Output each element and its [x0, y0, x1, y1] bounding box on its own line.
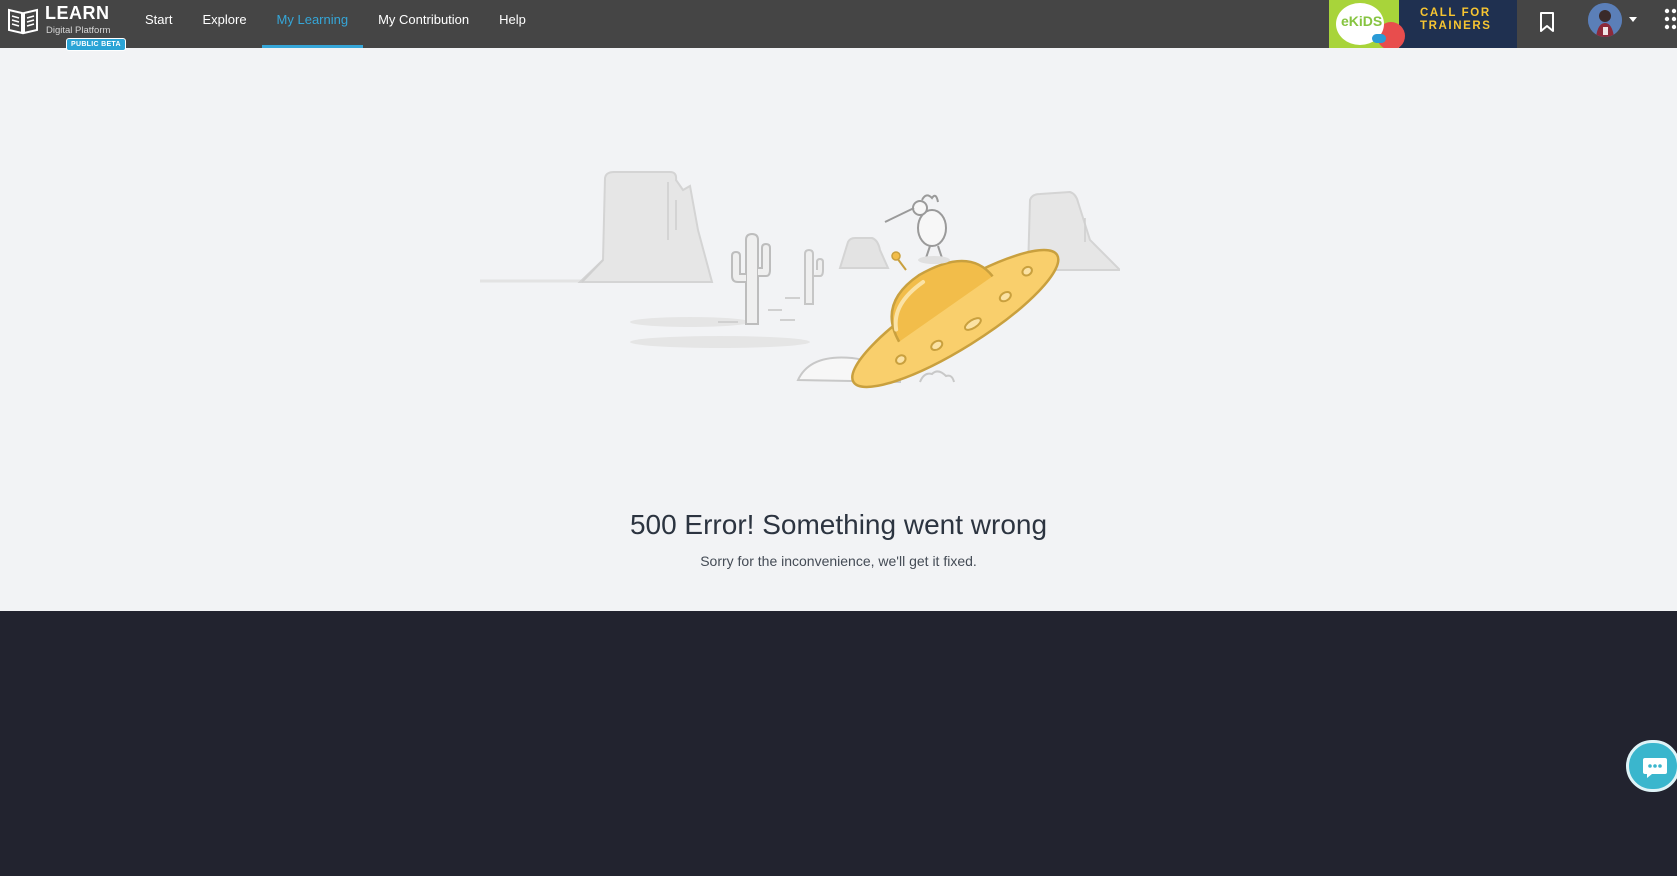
chevron-down-icon[interactable] — [1629, 17, 1637, 22]
nav-item-start[interactable]: Start — [130, 0, 187, 48]
brand-subtitle: Digital Platform — [46, 25, 111, 36]
nav-item-explore[interactable]: Explore — [187, 0, 261, 48]
chat-bubble-icon — [1643, 758, 1667, 778]
ad-line-2: TRAINERS — [1420, 20, 1492, 32]
ad-line-1: CALL FOR — [1420, 7, 1491, 19]
bookmark-icon[interactable] — [1536, 10, 1558, 34]
error-title: 500 Error! Something went wrong — [629, 509, 1048, 540]
brand-logo[interactable]: LEARN Digital Platform PUBLIC BETA — [7, 2, 129, 51]
top-navigation-bar: LEARN Digital Platform PUBLIC BETA Start… — [0, 0, 1677, 51]
avatar[interactable] — [1588, 3, 1622, 37]
nav-item-my-learning[interactable]: My Learning — [261, 0, 364, 48]
open-book-icon — [8, 8, 38, 35]
error-message: Sorry for the inconvenience, we'll get i… — [700, 553, 977, 569]
ekids-logo-text: eKiDS — [1341, 13, 1383, 29]
nav-item-help[interactable]: Help — [484, 0, 541, 48]
chat-button[interactable] — [1626, 740, 1677, 792]
public-beta-badge: PUBLIC BETA — [66, 38, 126, 51]
ekids-call-for-trainers-banner[interactable]: eKiDS CALL FOR TRAINERS — [1329, 0, 1517, 48]
user-photo-icon — [1588, 3, 1622, 37]
main-nav: Start Explore My Learning My Contributio… — [130, 0, 541, 48]
footer — [0, 611, 1677, 876]
ad-headline: CALL FOR TRAINERS — [1420, 7, 1492, 33]
crashed-ufo-illustration — [480, 171, 1120, 389]
apps-grid-icon[interactable] — [1664, 8, 1677, 34]
brand-title: LEARN — [45, 3, 110, 23]
ad-logo-dot — [1372, 34, 1386, 43]
nav-item-my-contribution[interactable]: My Contribution — [363, 0, 484, 48]
